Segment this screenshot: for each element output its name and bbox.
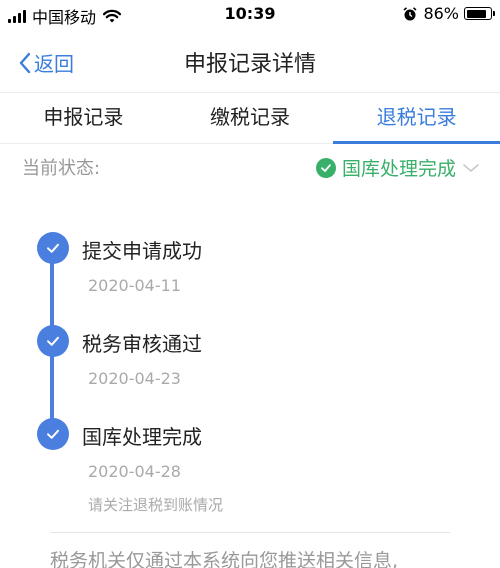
current-status-value: 国库处理完成 [341, 158, 456, 180]
chevron-down-icon [463, 163, 479, 172]
tab-bar: 申报记录 缴税记录 退税记录 [0, 92, 500, 144]
back-label: 返回 [34, 52, 74, 76]
current-status-label: 当前状态: [22, 158, 101, 179]
step-title: 提交申请成功 [82, 239, 202, 263]
tab-declaration-records[interactable]: 申报记录 [0, 93, 167, 143]
tab-tax-refund-records[interactable]: 退税记录 [333, 93, 500, 144]
tab-tax-payment-records[interactable]: 缴税记录 [167, 93, 334, 143]
check-icon [37, 325, 69, 357]
battery-icon [464, 7, 495, 20]
status-right: 86% [402, 4, 495, 23]
current-status-dropdown[interactable]: 国库处理完成 [315, 154, 480, 181]
alarm-icon [403, 6, 417, 20]
chevron-left-icon [19, 52, 31, 73]
battery-fill [466, 9, 487, 18]
step-date: 2020-04-28 [88, 462, 181, 481]
battery-percent: 86% [423, 4, 459, 23]
footer-notice: 税务机关仅通过本系统向您推送相关信息, [50, 550, 399, 568]
divider [50, 532, 450, 533]
step-title: 税务审核通过 [82, 332, 202, 356]
success-check-icon [315, 157, 336, 178]
status-bar: 中国移动 10:39 86% [0, 0, 500, 28]
nav-bar: 返回 申报记录详情 [0, 30, 500, 92]
back-button[interactable]: 返回 [18, 48, 74, 77]
current-status-row: 当前状态: 国库处理完成 [0, 150, 500, 186]
page-title: 申报记录详情 [183, 52, 316, 77]
step-date: 2020-04-23 [88, 369, 181, 388]
check-icon [37, 232, 69, 264]
check-icon [37, 418, 69, 450]
step-date: 2020-04-11 [88, 276, 181, 295]
step-title: 国库处理完成 [82, 425, 202, 449]
step-note: 请关注退税到账情况 [88, 496, 224, 514]
